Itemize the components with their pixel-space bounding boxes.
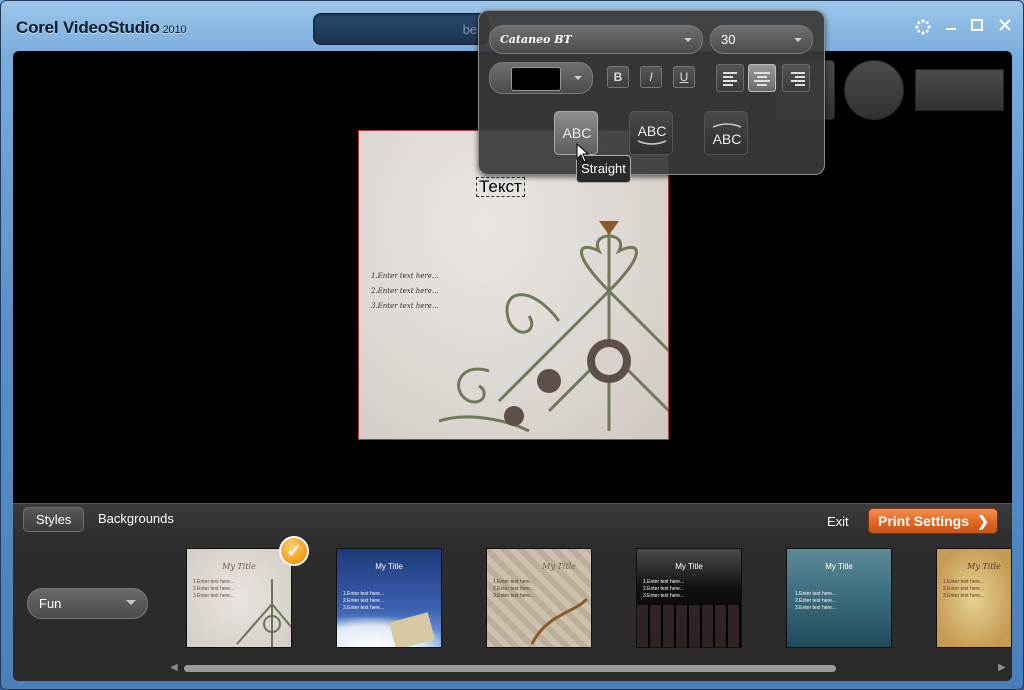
- svg-text:ABC: ABC: [713, 131, 742, 147]
- thumbnail-line: 1.Enter text here...: [643, 579, 685, 585]
- svg-text:ABC: ABC: [563, 125, 592, 141]
- chevron-down-icon: [574, 76, 582, 80]
- style-thumbnail[interactable]: My Title 1.Enter text here... 2.Enter te…: [486, 548, 592, 648]
- style-thumbnail[interactable]: My Title 1.Enter text here... 2.Enter te…: [636, 548, 742, 648]
- text-arc-down-icon: ABC: [713, 123, 742, 147]
- app-window: Corel VideoStudio 2010 bel Текст 1.Enter …: [0, 0, 1024, 690]
- scroll-thumb[interactable]: [184, 665, 836, 672]
- style-thumbnail[interactable]: My Title 1.Enter text here... 2.Enter te…: [336, 548, 442, 648]
- font-size-value: 30: [721, 32, 736, 47]
- app-title: Corel VideoStudio 2010: [16, 18, 187, 38]
- chevron-down-icon: [684, 38, 692, 42]
- thumbnail-title: My Title: [375, 562, 403, 571]
- thumbnail-line: 2.Enter text here...: [643, 586, 685, 592]
- text-shape-arc-down-button[interactable]: ABC: [704, 111, 748, 155]
- chevron-right-icon: ❯: [977, 513, 989, 529]
- thumbnail-line: 3.Enter text here...: [343, 605, 385, 611]
- ornament-icon: [530, 597, 589, 645]
- print-settings-button[interactable]: Print Settings ❯: [868, 508, 998, 534]
- tile-pattern: [637, 605, 741, 647]
- mouse-cursor-icon: [576, 143, 590, 163]
- svg-text:ABC: ABC: [638, 123, 667, 139]
- thumbnail-line: 2.Enter text here...: [795, 598, 837, 604]
- bold-button[interactable]: B: [607, 66, 629, 88]
- text-shape-arc-up-button[interactable]: ABC: [629, 111, 673, 155]
- underline-button[interactable]: U: [673, 66, 695, 88]
- thumbnail-line: 2.Enter text here...: [343, 598, 385, 604]
- font-select[interactable]: Cataneo BT: [489, 25, 703, 54]
- thumbnail-title: My Title: [967, 562, 1001, 571]
- thumbnail-title: My Title: [825, 562, 853, 571]
- style-thumbnail[interactable]: My Title 1.Enter text here... 2.Enter te…: [186, 548, 292, 648]
- font-value: Cataneo BT: [500, 33, 572, 46]
- thumbnail-line: 1.Enter text here...: [795, 591, 837, 597]
- settings-icon[interactable]: [913, 18, 933, 38]
- tab-backgrounds[interactable]: Backgrounds: [86, 507, 186, 532]
- thumbnail-line: 1.Enter text here...: [943, 579, 985, 585]
- canvas-text-box[interactable]: Текст: [476, 177, 525, 197]
- minimize-icon[interactable]: [941, 18, 961, 38]
- font-size-select[interactable]: 30: [710, 25, 813, 54]
- thumbnail-title: My Title: [675, 562, 703, 571]
- app-name: Corel VideoStudio: [16, 18, 160, 37]
- thumbnail-line: 1.Enter text here...: [343, 591, 385, 597]
- scroll-left-icon[interactable]: ◀: [170, 662, 178, 673]
- ornament-icon: [236, 579, 291, 647]
- thumbnail-line: 2.Enter text here...: [493, 586, 535, 592]
- print-settings-label: Print Settings: [878, 513, 970, 529]
- thumbnail-title: My Title: [542, 562, 576, 571]
- scroll-right-icon[interactable]: ▶: [998, 662, 1006, 673]
- bottom-panel: Styles Backgrounds Exit Print Settings ❯…: [13, 503, 1012, 681]
- close-icon[interactable]: [995, 18, 1015, 38]
- thumbnail-lines: 1.Enter text here... 2.Enter text here..…: [643, 579, 684, 600]
- italic-button[interactable]: I: [640, 66, 662, 88]
- style-thumbnail[interactable]: My Title 1.Enter text here... 2.Enter te…: [936, 548, 1012, 648]
- chevron-down-icon: [794, 38, 802, 42]
- text-arc-up-icon: ABC: [638, 123, 667, 145]
- title-box: bel: [313, 13, 489, 45]
- ornament-icon: [438, 221, 668, 433]
- ghost-item: [915, 69, 1004, 111]
- thumbnail-scrollbar[interactable]: ◀ ▶: [168, 661, 1006, 675]
- thumbnail-line: 1.Enter text here...: [493, 579, 535, 585]
- style-category-value: Fun: [39, 596, 62, 611]
- color-swatch: [511, 67, 561, 91]
- align-center-icon[interactable]: [748, 64, 776, 92]
- exit-button[interactable]: Exit: [827, 514, 849, 529]
- maximize-icon[interactable]: [967, 18, 987, 38]
- align-left-icon[interactable]: [716, 64, 744, 92]
- thumbnail-lines: 1.Enter text here... 2.Enter text here..…: [943, 579, 984, 600]
- style-category-select[interactable]: Fun: [27, 588, 148, 619]
- thumbnail-lines: 1.Enter text here... 2.Enter text here..…: [343, 591, 384, 612]
- style-thumbnail[interactable]: My Title 1.Enter text here... 2.Enter te…: [786, 548, 892, 648]
- thumbnail-line: 3.Enter text here...: [943, 593, 985, 599]
- tab-styles[interactable]: Styles: [23, 507, 85, 532]
- chevron-down-icon: [126, 600, 136, 605]
- thumbnail-line: 3.Enter text here...: [795, 605, 837, 611]
- disc-icon: [844, 60, 904, 120]
- thumbnail-line: 2.Enter text here...: [943, 586, 985, 592]
- align-right-icon[interactable]: [782, 64, 810, 92]
- thumbnail-lines: 1.Enter text here... 2.Enter text here..…: [795, 591, 836, 612]
- app-version: 2010: [162, 24, 187, 36]
- selected-check-icon: ✓: [279, 536, 309, 566]
- text-color-picker[interactable]: [489, 62, 593, 94]
- thumbnail-line: 3.Enter text here...: [643, 593, 685, 599]
- text-properties-panel: Cataneo BT 30 B I U ABC ABC ABC: [478, 10, 825, 175]
- thumbnail-title: My Title: [222, 562, 256, 571]
